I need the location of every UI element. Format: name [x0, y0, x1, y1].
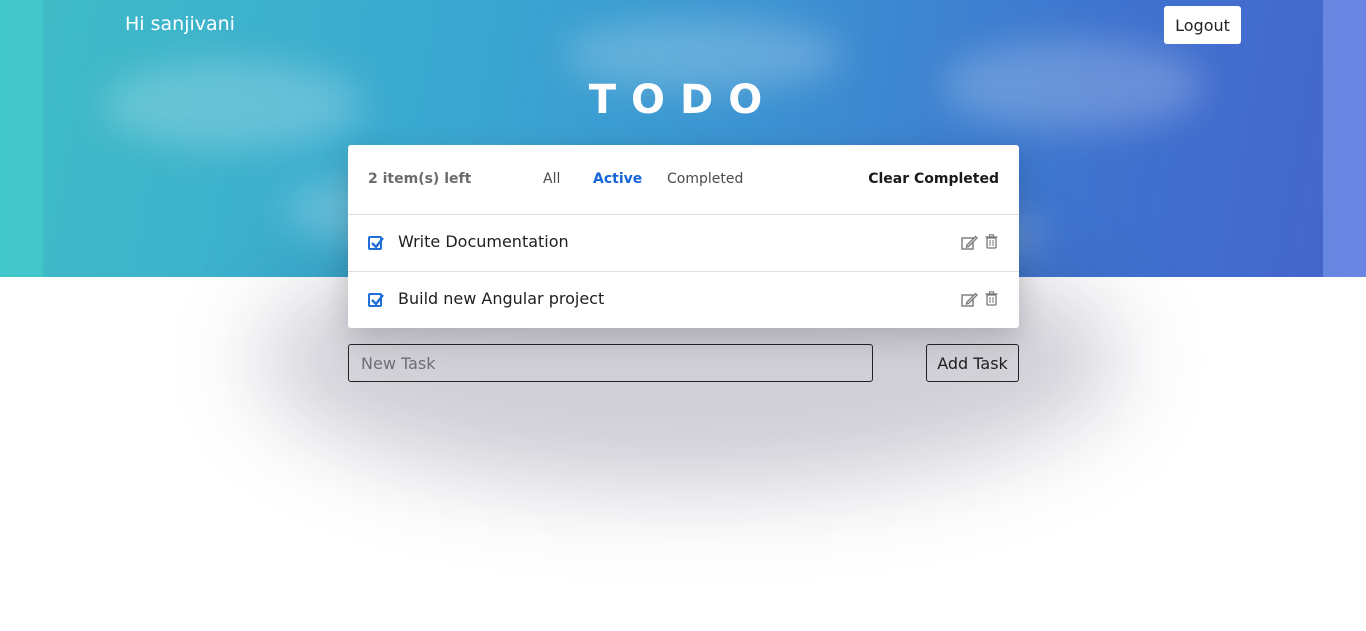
- task-text: Write Documentation: [398, 232, 569, 251]
- checked-checkbox-icon[interactable]: [368, 236, 384, 250]
- trash-icon[interactable]: [985, 234, 998, 253]
- items-left-count: 2 item(s) left: [368, 171, 472, 187]
- filter-completed[interactable]: Completed: [667, 171, 743, 187]
- checked-checkbox-icon[interactable]: [368, 293, 384, 307]
- edit-pencil-icon[interactable]: [961, 292, 978, 312]
- logout-button[interactable]: Logout: [1164, 6, 1241, 44]
- filter-all[interactable]: All: [543, 171, 560, 187]
- user-greeting: Hi sanjivani: [125, 13, 235, 35]
- trash-icon[interactable]: [985, 291, 998, 310]
- new-task-input[interactable]: [348, 344, 873, 382]
- edit-pencil-icon[interactable]: [961, 235, 978, 255]
- task-row: Write Documentation: [348, 215, 1019, 272]
- add-task-button[interactable]: Add Task: [926, 344, 1019, 382]
- task-row: Build new Angular project: [348, 272, 1019, 329]
- task-text: Build new Angular project: [398, 289, 605, 308]
- filter-active[interactable]: Active: [593, 171, 642, 187]
- todo-page: Hi sanjivani Logout TODO 2 item(s) left …: [0, 0, 1366, 631]
- clear-completed-button[interactable]: Clear Completed: [868, 171, 999, 187]
- todo-card-header: 2 item(s) left All Active Completed Clea…: [348, 145, 1019, 215]
- app-title: TODO: [588, 77, 778, 123]
- todo-card: 2 item(s) left All Active Completed Clea…: [348, 145, 1019, 328]
